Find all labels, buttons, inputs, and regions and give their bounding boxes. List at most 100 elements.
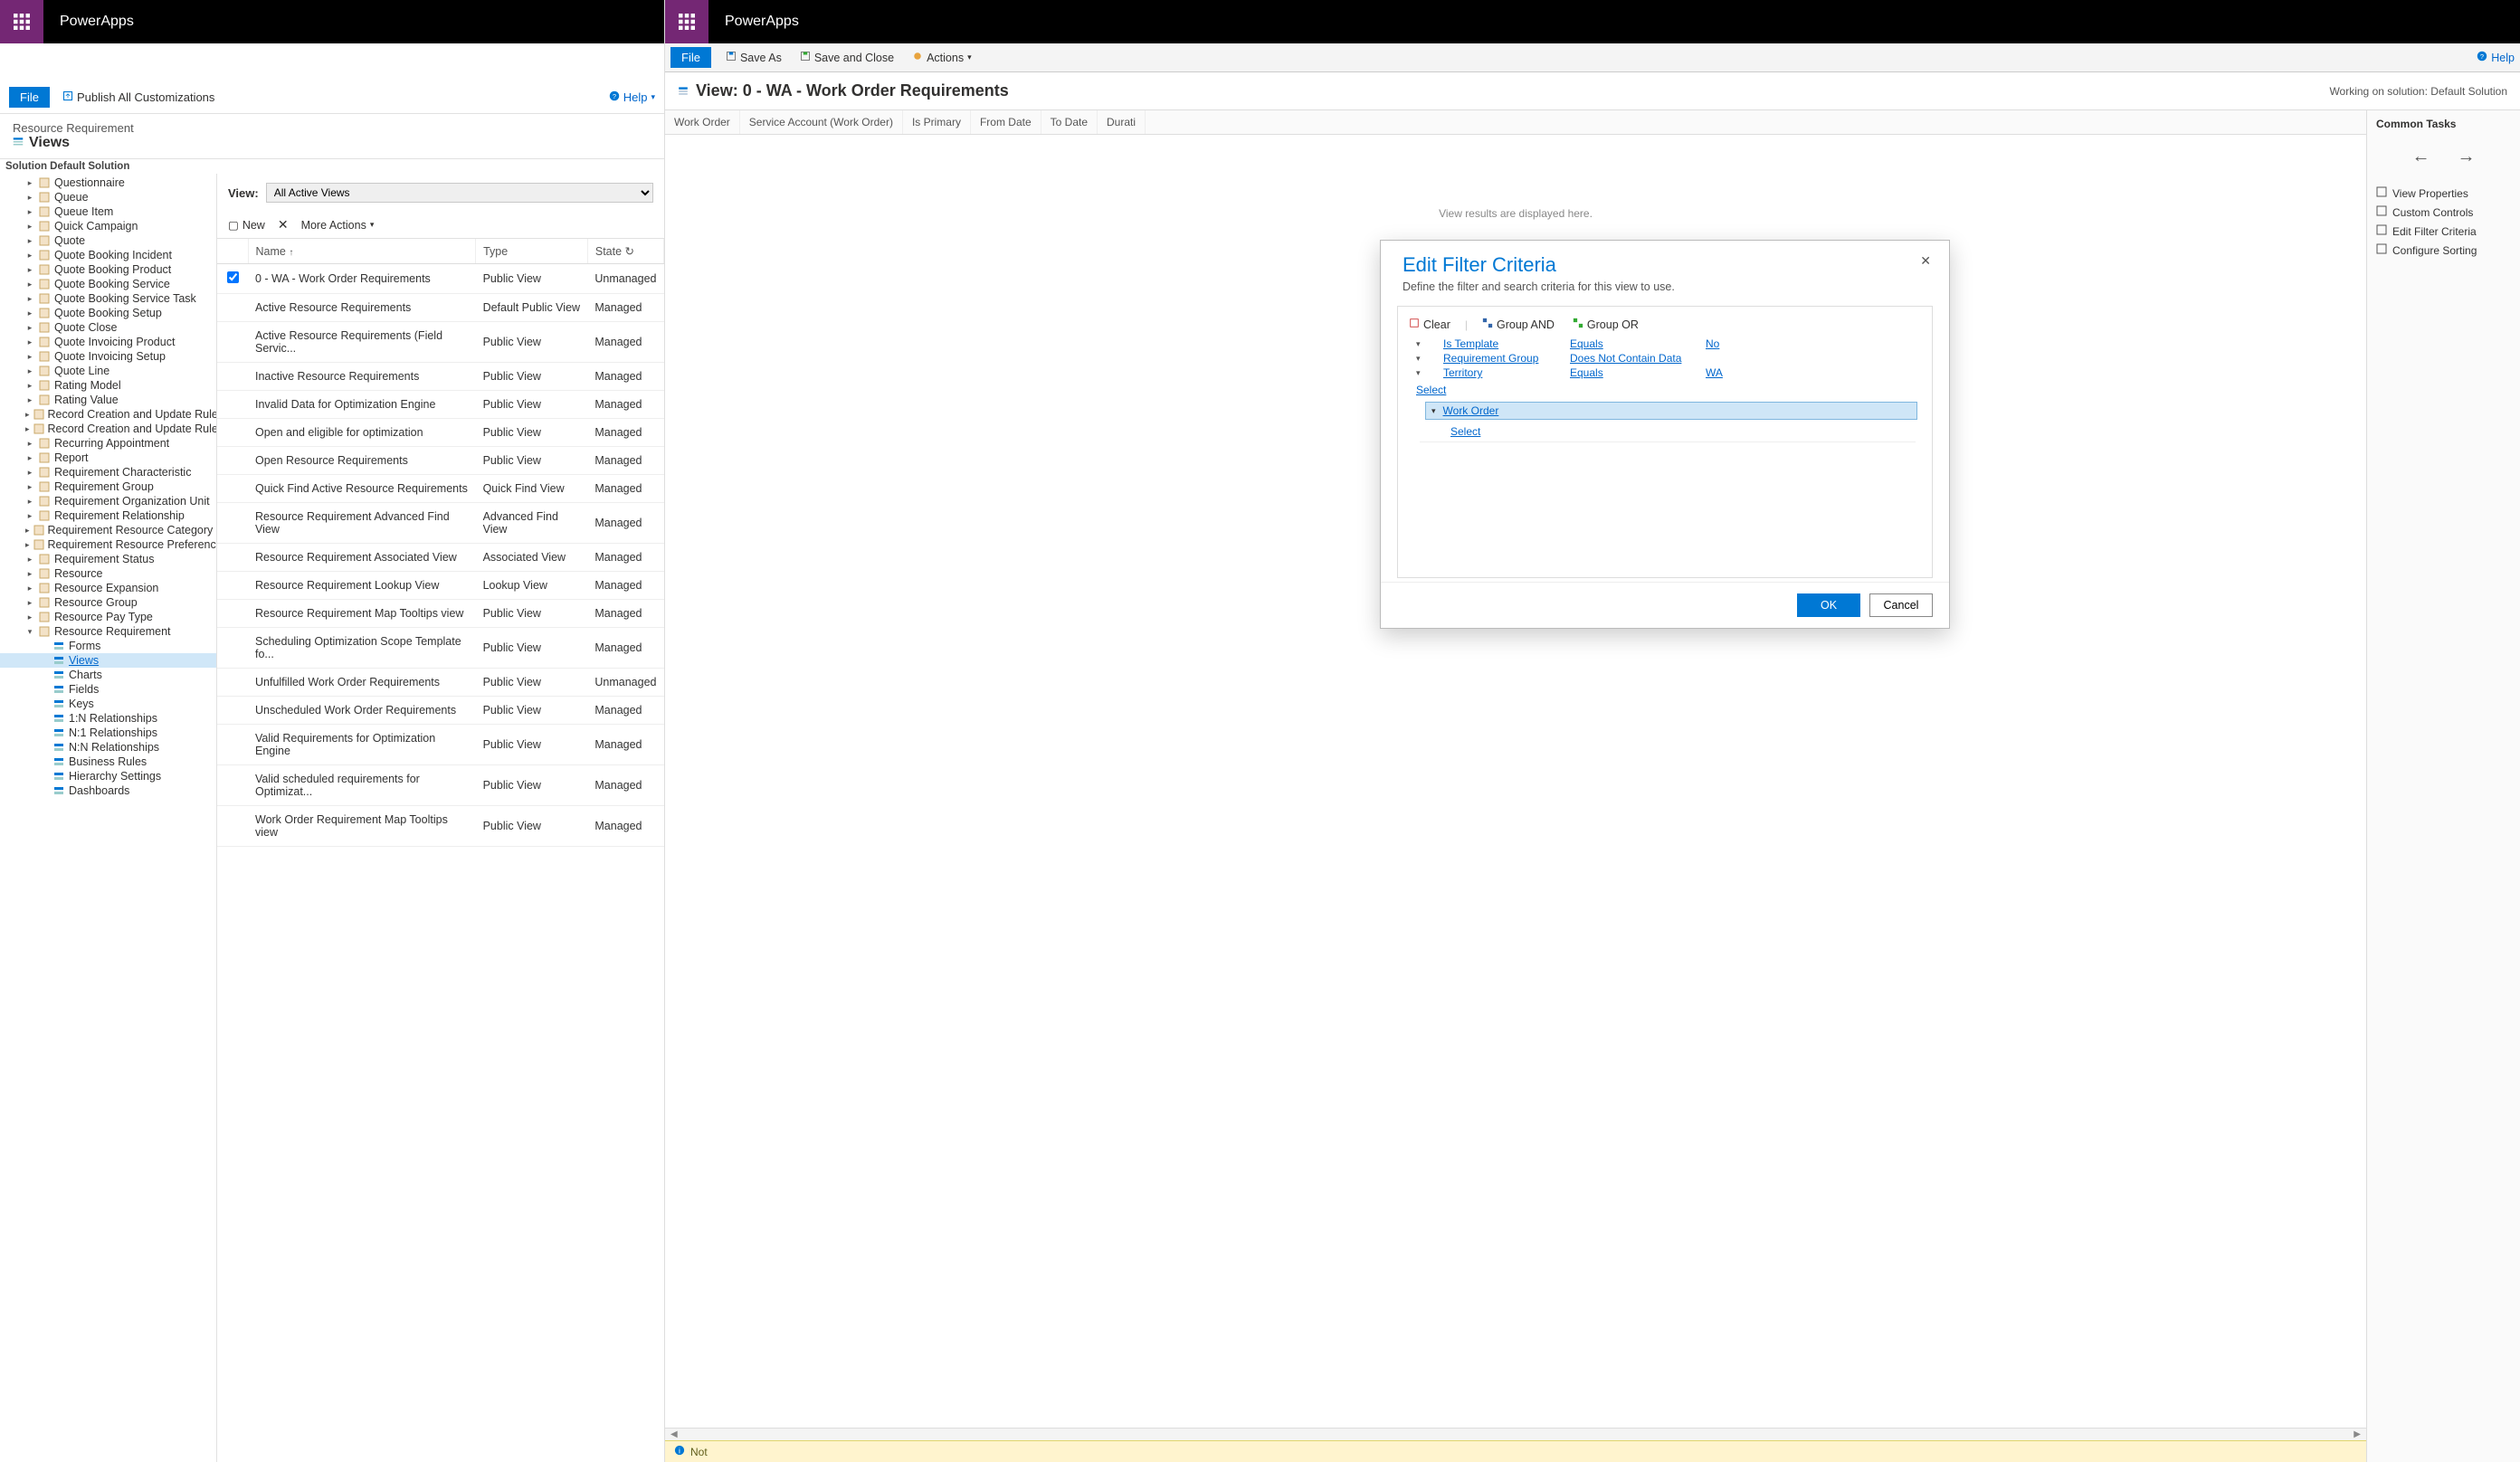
- actions-menu[interactable]: Actions ▾: [908, 49, 975, 66]
- tree-item[interactable]: ▸Quote Invoicing Product: [0, 335, 216, 349]
- help-link-2[interactable]: ?Help: [2477, 51, 2515, 64]
- app-launcher-icon[interactable]: [0, 0, 43, 43]
- view-row[interactable]: Resource Requirement Advanced Find ViewA…: [217, 503, 664, 544]
- tree-item[interactable]: ▸Requirement Characteristic: [0, 465, 216, 479]
- more-actions-button[interactable]: More Actions ▾: [301, 219, 375, 232]
- view-row[interactable]: Resource Requirement Associated ViewAsso…: [217, 544, 664, 572]
- tree-item[interactable]: ▸Requirement Organization Unit: [0, 494, 216, 508]
- tree-item[interactable]: ▸Requirement Resource Preference: [0, 537, 216, 552]
- tree-item[interactable]: ▸Recurring Appointment: [0, 436, 216, 451]
- row-checkbox[interactable]: [227, 271, 239, 283]
- preview-column-header[interactable]: Durati: [1098, 110, 1146, 134]
- tree-item[interactable]: ▸Quote Booking Setup: [0, 306, 216, 320]
- tree-item[interactable]: ▸Requirement Group: [0, 479, 216, 494]
- move-left-button[interactable]: ←: [2412, 147, 2430, 167]
- view-row[interactable]: Resource Requirement Map Tooltips viewPu…: [217, 600, 664, 628]
- col-type[interactable]: Type: [476, 239, 588, 264]
- group-or-button[interactable]: Group OR: [1569, 316, 1642, 333]
- tree-item[interactable]: ▸Quick Campaign: [0, 219, 216, 233]
- view-row[interactable]: 0 - WA - Work Order RequirementsPublic V…: [217, 264, 664, 294]
- condition-field[interactable]: Is Template: [1443, 337, 1552, 350]
- tree-item[interactable]: ▸Quote Booking Service Task: [0, 291, 216, 306]
- tree-item[interactable]: ▸Record Creation and Update Rule: [0, 407, 216, 422]
- tree-item[interactable]: ▸Record Creation and Update Rule Item: [0, 422, 216, 436]
- view-row[interactable]: Open Resource RequirementsPublic ViewMan…: [217, 447, 664, 475]
- filter-condition-row[interactable]: ▾Requirement GroupDoes Not Contain Data: [1403, 351, 1926, 366]
- save-close-button[interactable]: Save and Close: [796, 49, 898, 66]
- preview-column-header[interactable]: Service Account (Work Order): [740, 110, 903, 134]
- tree-child-item[interactable]: N:1 Relationships: [0, 726, 216, 740]
- preview-column-header[interactable]: To Date: [1041, 110, 1098, 134]
- condition-operator[interactable]: Equals: [1570, 366, 1688, 379]
- view-row[interactable]: Unfulfilled Work Order RequirementsPubli…: [217, 669, 664, 697]
- preview-column-header[interactable]: From Date: [971, 110, 1041, 134]
- tree-child-item[interactable]: Keys: [0, 697, 216, 711]
- condition-value[interactable]: WA: [1706, 366, 1723, 379]
- delete-view-button[interactable]: ✕: [278, 217, 289, 233]
- cancel-button[interactable]: Cancel: [1869, 593, 1933, 617]
- condition-operator[interactable]: Does Not Contain Data: [1570, 352, 1688, 365]
- file-button[interactable]: File: [9, 87, 50, 108]
- scroll-left-button[interactable]: ◀: [670, 1429, 678, 1439]
- select-field-link[interactable]: Select: [1403, 380, 1459, 400]
- view-row[interactable]: Quick Find Active Resource RequirementsQ…: [217, 475, 664, 503]
- app-launcher-icon-2[interactable]: [665, 0, 708, 43]
- new-view-button[interactable]: ▢New: [228, 218, 265, 232]
- view-selector[interactable]: All Active Views: [266, 183, 653, 203]
- view-row[interactable]: Valid Requirements for Optimization Engi…: [217, 725, 664, 765]
- condition-operator[interactable]: Equals: [1570, 337, 1688, 350]
- condition-value[interactable]: No: [1706, 337, 1719, 350]
- tree-child-item[interactable]: Fields: [0, 682, 216, 697]
- tree-item[interactable]: ▸Quote Booking Product: [0, 262, 216, 277]
- view-row[interactable]: Work Order Requirement Map Tooltips view…: [217, 806, 664, 847]
- tree-child-item[interactable]: Forms: [0, 639, 216, 653]
- tree-item[interactable]: ▸Queue: [0, 190, 216, 204]
- tree-child-item[interactable]: 1:N Relationships: [0, 711, 216, 726]
- related-entity-link[interactable]: Work Order: [1443, 404, 1499, 417]
- tree-child-item[interactable]: Dashboards: [0, 783, 216, 798]
- view-row[interactable]: Active Resource Requirements (Field Serv…: [217, 322, 664, 363]
- tree-child-item[interactable]: Business Rules: [0, 755, 216, 769]
- tree-item[interactable]: ▸Queue Item: [0, 204, 216, 219]
- task-link[interactable]: Edit Filter Criteria: [2376, 222, 2511, 241]
- tree-item[interactable]: ▸Requirement Resource Category: [0, 523, 216, 537]
- tree-item[interactable]: ▸Quote: [0, 233, 216, 248]
- view-row[interactable]: Invalid Data for Optimization EnginePubl…: [217, 391, 664, 419]
- scroll-right-button[interactable]: ▶: [2354, 1429, 2361, 1439]
- tree-item[interactable]: ▸Quote Booking Incident: [0, 248, 216, 262]
- filter-condition-row[interactable]: ▾Is TemplateEqualsNo: [1403, 337, 1926, 351]
- related-entity-row[interactable]: ▾ Work Order: [1425, 402, 1917, 420]
- tree-item[interactable]: ▸Resource: [0, 566, 216, 581]
- tree-item[interactable]: ▸Rating Model: [0, 378, 216, 393]
- entity-tree[interactable]: ▸Questionnaire▸Queue▸Queue Item▸Quick Ca…: [0, 174, 217, 1462]
- tree-item[interactable]: ▸Quote Invoicing Setup: [0, 349, 216, 364]
- tree-child-item[interactable]: Hierarchy Settings: [0, 769, 216, 783]
- tree-item[interactable]: ▸Resource Pay Type: [0, 610, 216, 624]
- group-and-button[interactable]: Group AND: [1479, 316, 1558, 333]
- tree-item[interactable]: ▸Resource Group: [0, 595, 216, 610]
- select-related-field-link[interactable]: Select: [1420, 422, 1916, 442]
- move-right-button[interactable]: →: [2458, 147, 2476, 167]
- save-as-button[interactable]: Save As: [722, 49, 785, 66]
- condition-field[interactable]: Requirement Group: [1443, 352, 1552, 365]
- task-link[interactable]: Configure Sorting: [2376, 241, 2511, 260]
- tree-item[interactable]: ▾Resource Requirement: [0, 624, 216, 639]
- ok-button[interactable]: OK: [1797, 593, 1860, 617]
- tree-item[interactable]: ▸Report: [0, 451, 216, 465]
- clear-button[interactable]: Clear: [1405, 316, 1454, 333]
- view-row[interactable]: Open and eligible for optimizationPublic…: [217, 419, 664, 447]
- view-row[interactable]: Active Resource RequirementsDefault Publ…: [217, 294, 664, 322]
- tree-item[interactable]: ▸Rating Value: [0, 393, 216, 407]
- task-link[interactable]: View Properties: [2376, 184, 2511, 203]
- col-name[interactable]: Name ↑: [248, 239, 476, 264]
- views-grid[interactable]: Name ↑ Type State ↻ 0 - WA - Work Order …: [217, 239, 664, 847]
- tree-item[interactable]: ▸Questionnaire: [0, 176, 216, 190]
- tree-child-item[interactable]: Charts: [0, 668, 216, 682]
- preview-column-header[interactable]: Work Order: [665, 110, 740, 134]
- publish-all-button[interactable]: Publish All Customizations: [57, 89, 220, 106]
- filter-condition-row[interactable]: ▾TerritoryEqualsWA: [1403, 366, 1926, 380]
- view-row[interactable]: Valid scheduled requirements for Optimiz…: [217, 765, 664, 806]
- view-row[interactable]: Scheduling Optimization Scope Template f…: [217, 628, 664, 669]
- condition-field[interactable]: Territory: [1443, 366, 1552, 379]
- view-row[interactable]: Resource Requirement Lookup ViewLookup V…: [217, 572, 664, 600]
